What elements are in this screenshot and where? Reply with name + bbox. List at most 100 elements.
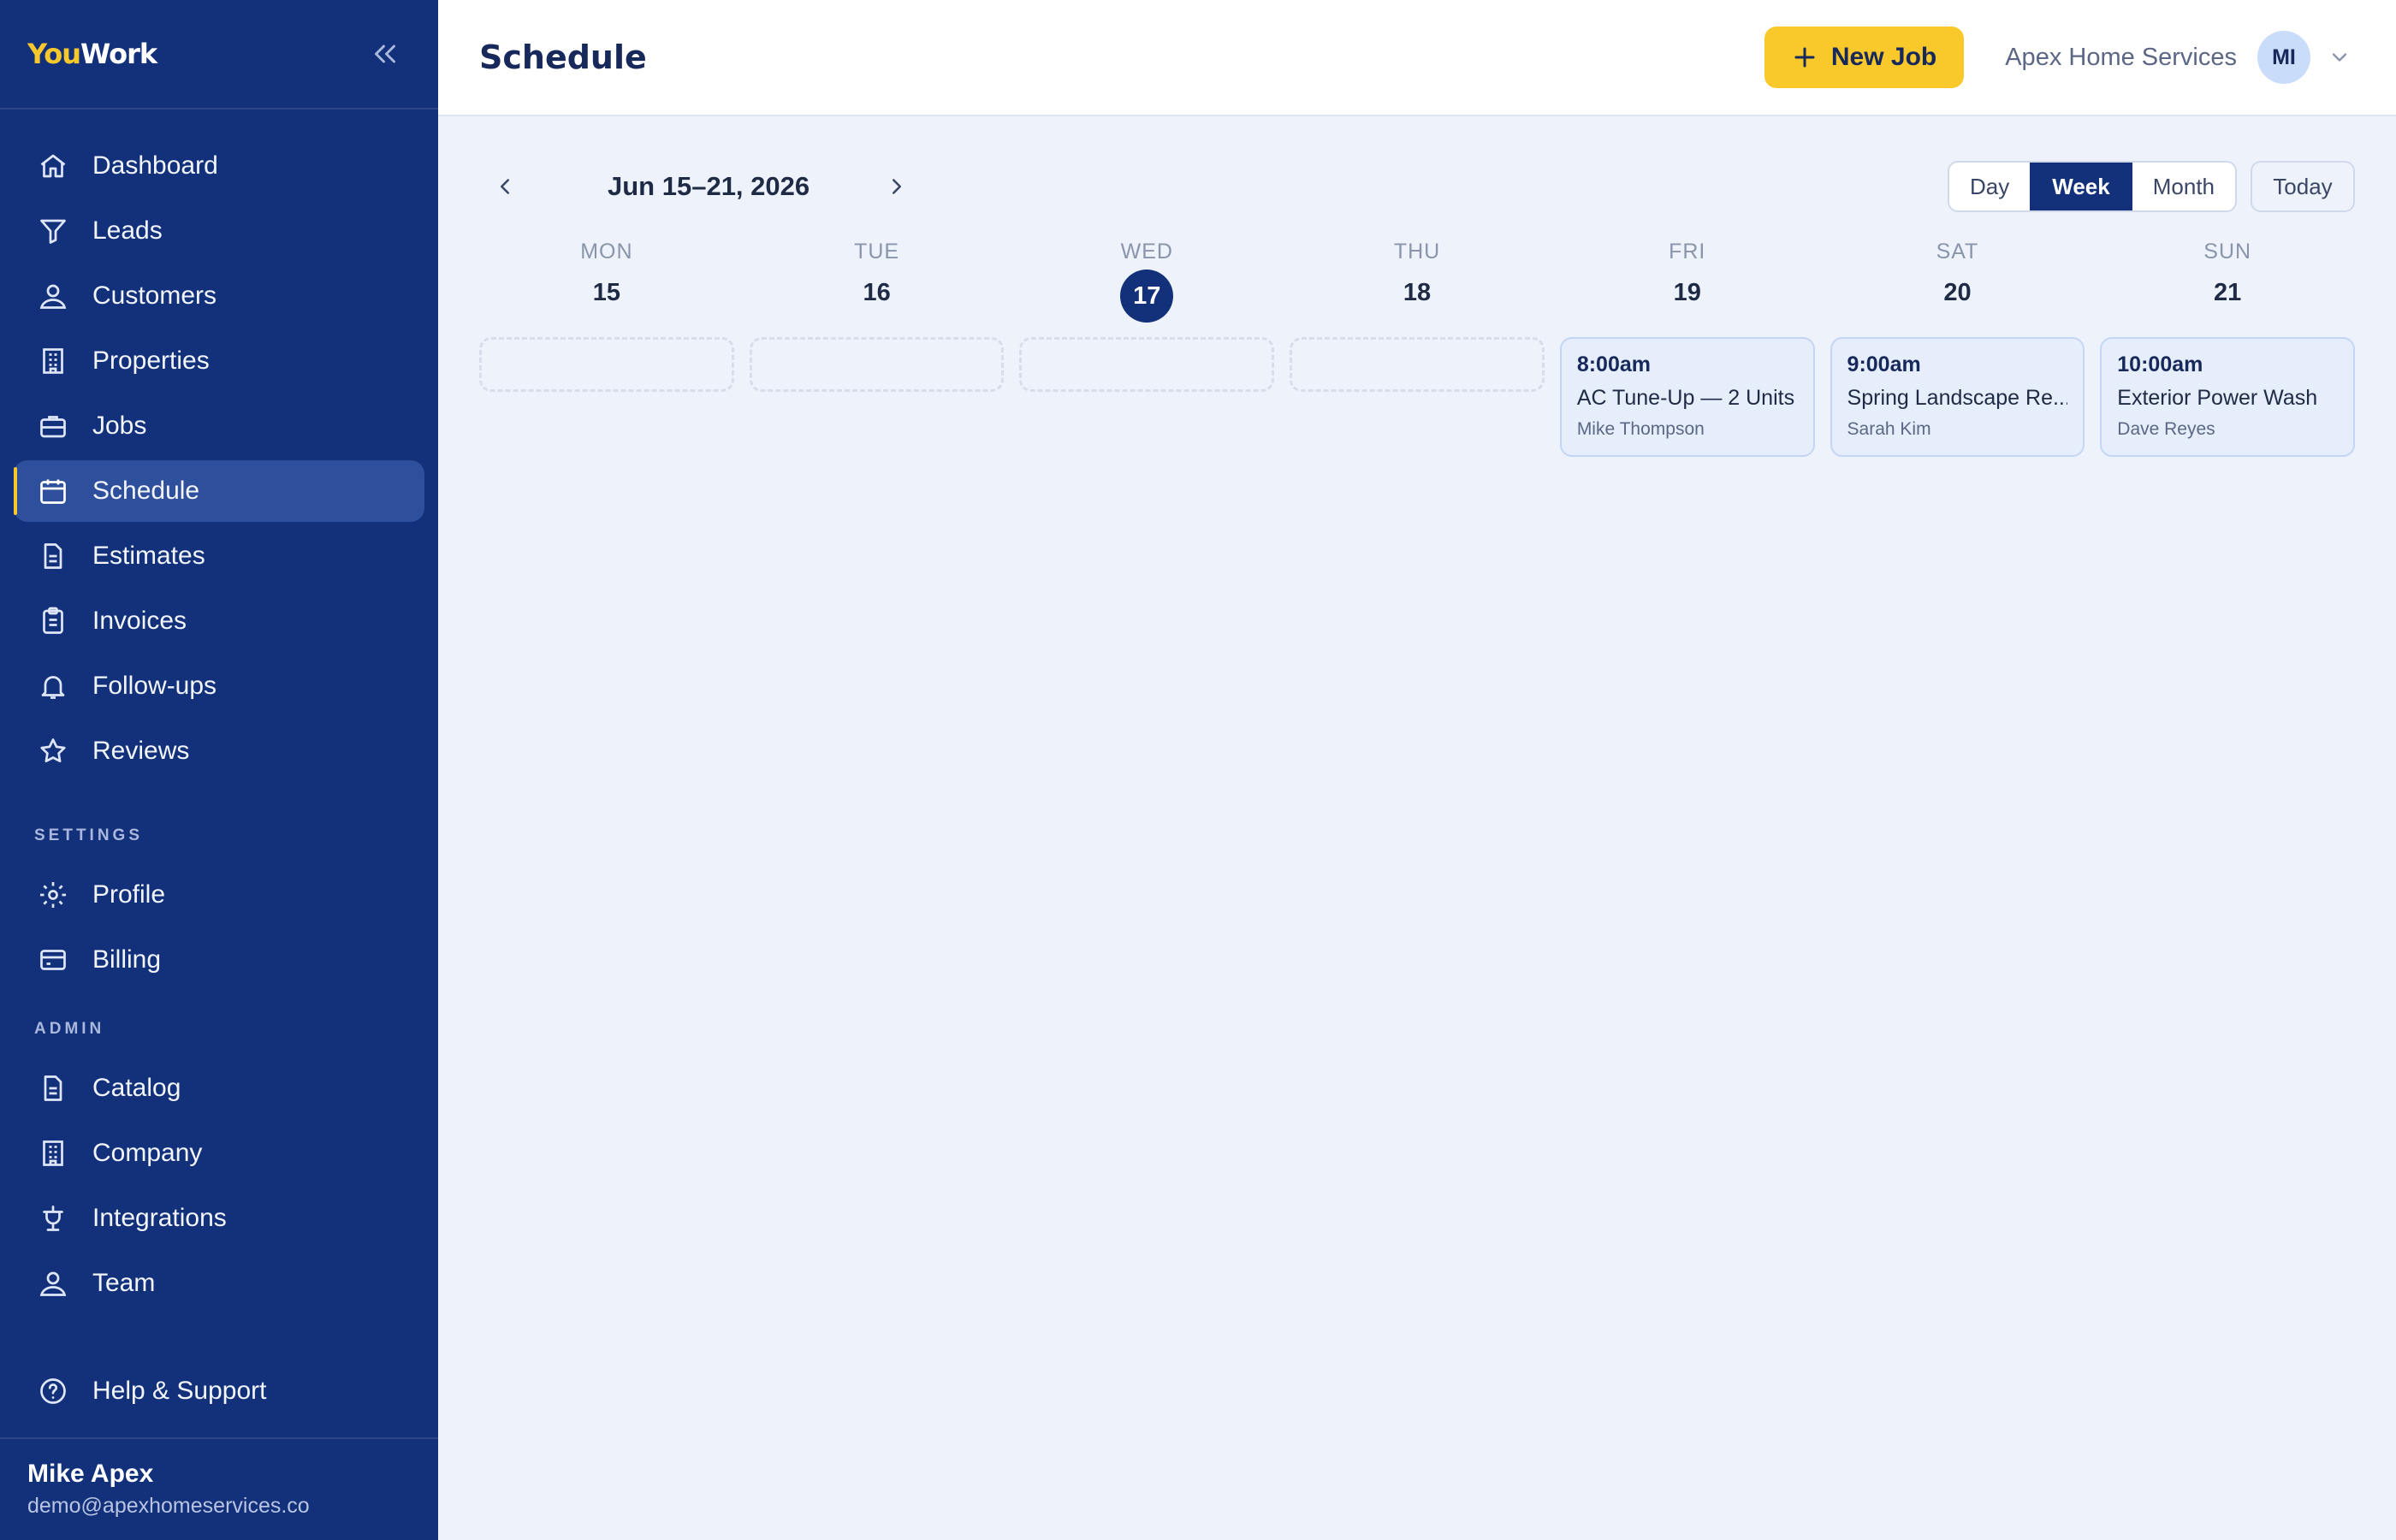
day-of-week: MON [580,240,633,264]
day-header-wed[interactable]: WED 17 [1019,240,1274,325]
sidebar-item-leads[interactable]: Leads [14,200,424,262]
app-logo[interactable]: YouWork [27,38,157,70]
day-number: 18 [1403,279,1432,306]
next-week-button[interactable] [871,161,922,212]
star-icon [36,734,70,768]
sidebar: YouWork Dashboard Leads Customers Proper… [0,0,438,1540]
sidebar-item-profile[interactable]: Profile [14,864,424,926]
chevron-down-icon [2332,53,2347,62]
avatar[interactable]: MI [2257,31,2310,84]
day-header-thu[interactable]: THU 18 [1290,240,1545,325]
briefcase-icon [36,409,70,443]
logo-you: You [27,38,81,70]
clipboard-icon [36,604,70,638]
user-icon [36,1266,70,1300]
prev-week-button[interactable] [479,161,531,212]
empty-day-slot-tue[interactable] [749,337,1005,392]
sidebar-item-reviews[interactable]: Reviews [14,720,424,782]
day-header-fri[interactable]: FRI 19 [1560,240,1815,325]
day-header-sat[interactable]: SAT 20 [1830,240,2085,325]
sidebar-item-label: Reviews [92,737,190,765]
home-icon [36,149,70,183]
day-header-tue[interactable]: TUE 16 [750,240,1005,325]
sidebar-item-label: Integrations [92,1204,227,1232]
event-title: AC Tune-Up — 2 Units [1576,386,1795,410]
day-of-week: TUE [854,240,900,264]
event-title: Spring Landscape Re... [1847,386,2068,410]
today-marker: 17 [1120,270,1174,323]
new-job-button[interactable]: New Job [1764,27,1965,88]
funnel-icon [36,214,70,248]
settings-heading: SETTINGS [34,826,144,844]
sidebar-item-follow-ups[interactable]: Follow-ups [14,655,424,717]
event-assignee: Dave Reyes [2117,419,2215,439]
day-of-week: SUN [2203,240,2252,264]
double-chevron-left-icon [375,44,395,63]
event-time: 9:00am [1847,352,1921,376]
building-icon [36,344,70,378]
date-range-label: Jun 15–21, 2026 [608,171,810,201]
sidebar-item-label: Leads [92,216,163,245]
main-nav: Dashboard Leads Customers Properties Job… [14,135,424,785]
event-card-sat[interactable]: 9:00am Spring Landscape Re... Sarah Kim [1830,337,2085,457]
event-title: Exterior Power Wash [2117,386,2318,410]
event-card-sun[interactable]: 10:00am Exterior Power Wash Dave Reyes [2100,337,2356,457]
day-number: 20 [1943,279,1972,306]
view-week-button[interactable]: Week [2030,163,2132,210]
day-headers: MON 15 TUE 16 WED 17 THU 18 FRI 19 SAT 2… [479,240,2355,325]
sidebar-item-jobs[interactable]: Jobs [14,395,424,457]
sidebar-item-properties[interactable]: Properties [14,330,424,392]
help-support-link[interactable]: Help & Support [14,1360,424,1422]
view-month-button[interactable]: Month [2132,163,2235,210]
empty-day-slot-thu[interactable] [1290,337,1545,392]
user-icon [36,279,70,313]
event-time: 8:00am [1576,352,1651,376]
empty-day-slot-wed[interactable] [1019,337,1275,392]
event-assignee: Sarah Kim [1847,419,1931,439]
today-button[interactable]: Today [2251,161,2355,212]
view-day-button[interactable]: Day [1949,163,2030,210]
sidebar-item-label: Catalog [92,1074,181,1102]
sidebar-item-label: Estimates [92,542,205,570]
event-card-fri[interactable]: 8:00am AC Tune-Up — 2 Units Mike Thompso… [1559,337,1815,457]
chevron-right-icon [893,179,901,194]
sidebar-item-catalog[interactable]: Catalog [14,1057,424,1119]
day-of-week: THU [1393,240,1441,264]
sidebar-item-estimates[interactable]: Estimates [14,525,424,587]
sidebar-item-billing[interactable]: Billing [14,929,424,991]
sidebar-item-label: Customers [92,281,217,310]
empty-day-slot-mon[interactable] [479,337,734,392]
settings-nav: Profile Billing [14,864,424,994]
event-time: 10:00am [2117,352,2203,376]
new-job-label: New Job [1830,43,1937,71]
sidebar-item-integrations[interactable]: Integrations [14,1188,424,1249]
sidebar-item-dashboard[interactable]: Dashboard [14,135,424,197]
day-header-sun[interactable]: SUN 21 [2100,240,2355,325]
card-icon [36,943,70,977]
sidebar-item-invoices[interactable]: Invoices [14,590,424,652]
sidebar-item-customers[interactable]: Customers [14,265,424,327]
day-number: 21 [2214,279,2242,306]
day-header-mon[interactable]: MON 15 [479,240,734,325]
sidebar-item-label: Properties [92,346,210,375]
day-number: 19 [1673,279,1701,306]
sidebar-item-team[interactable]: Team [14,1253,424,1314]
day-number: 15 [592,279,620,306]
bell-icon [36,669,70,703]
day-of-week: WED [1120,240,1173,264]
sidebar-item-label: Company [92,1139,203,1167]
user-name: Mike Apex [27,1460,154,1488]
sidebar-item-label: Team [92,1269,156,1297]
user-footer[interactable]: Mike Apex demo@apexhomeservices.co [0,1437,438,1540]
account-menu-button[interactable] [2326,44,2353,71]
sidebar-item-label: Billing [92,945,162,974]
sidebar-item-schedule[interactable]: Schedule [14,460,424,522]
sidebar-item-label: Profile [92,880,166,909]
sidebar-item-company[interactable]: Company [14,1122,424,1184]
day-of-week: FRI [1669,240,1706,264]
company-name[interactable]: Apex Home Services [2005,44,2237,72]
help-circle-icon [36,1374,70,1408]
collapse-sidebar-button[interactable] [366,35,404,73]
calendar-toolbar: Jun 15–21, 2026 Day Week Month Today [479,161,2355,212]
gear-icon [36,878,70,912]
